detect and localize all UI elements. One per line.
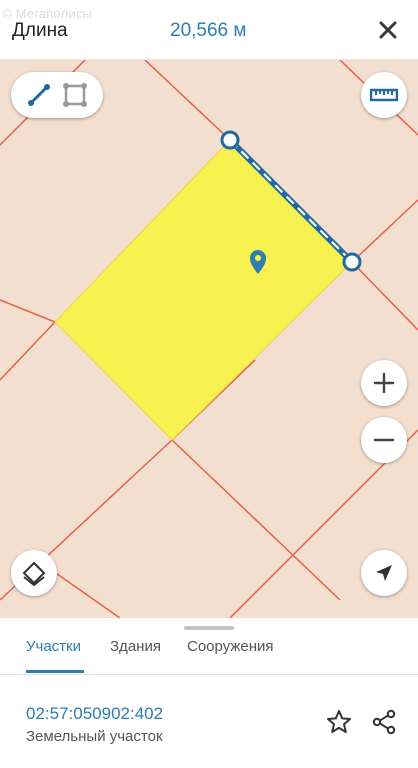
divider bbox=[0, 674, 418, 675]
minus-icon bbox=[373, 438, 395, 442]
watermark: © Мегаполисы bbox=[2, 6, 93, 21]
zoom-out-button[interactable] bbox=[361, 417, 407, 463]
ruler-button[interactable] bbox=[361, 72, 407, 118]
panel-drag-handle[interactable] bbox=[184, 626, 234, 630]
layers-icon bbox=[22, 561, 46, 586]
parcel-polygon[interactable] bbox=[54, 139, 353, 441]
navigation-arrow-icon bbox=[376, 565, 392, 581]
line-measure-icon bbox=[28, 84, 50, 106]
layers-button[interactable] bbox=[11, 550, 57, 596]
map-layer bbox=[0, 60, 418, 618]
area-measure-tool[interactable] bbox=[60, 80, 90, 110]
favorite-button[interactable] bbox=[325, 708, 353, 736]
plus-icon bbox=[373, 372, 395, 394]
ruler-icon bbox=[370, 88, 398, 102]
measure-label: Длина bbox=[12, 20, 68, 41]
measure-tool-selector bbox=[11, 72, 103, 118]
info-panel: Участки Здания Сооружения 02:57:050902:4… bbox=[0, 618, 418, 768]
measure-start-handle[interactable] bbox=[220, 130, 240, 150]
parcel-cadastral-number[interactable]: 02:57:050902:402 bbox=[26, 704, 163, 724]
zoom-in-button[interactable] bbox=[361, 360, 407, 406]
area-measure-icon bbox=[63, 83, 87, 107]
parcel-type: Земельный участок bbox=[26, 728, 163, 745]
tab-structures[interactable]: Сооружения bbox=[187, 638, 274, 655]
line-measure-tool[interactable] bbox=[24, 80, 54, 110]
my-location-button[interactable] bbox=[361, 550, 407, 596]
object-type-tabs: Участки Здания Сооружения bbox=[0, 634, 418, 674]
star-icon bbox=[327, 710, 351, 733]
measure-header: © Мегаполисы Длина 20,566 м bbox=[0, 0, 418, 60]
close-button[interactable] bbox=[374, 16, 402, 44]
measure-value: 20,566 м bbox=[170, 20, 247, 41]
map-canvas[interactable] bbox=[0, 60, 418, 618]
close-icon bbox=[379, 21, 397, 39]
share-button[interactable] bbox=[370, 708, 398, 736]
tab-parcels[interactable]: Участки bbox=[26, 638, 81, 655]
active-tab-indicator bbox=[26, 670, 84, 673]
measure-end-handle[interactable] bbox=[342, 252, 362, 272]
share-icon bbox=[372, 709, 396, 735]
tab-buildings[interactable]: Здания bbox=[110, 638, 161, 655]
